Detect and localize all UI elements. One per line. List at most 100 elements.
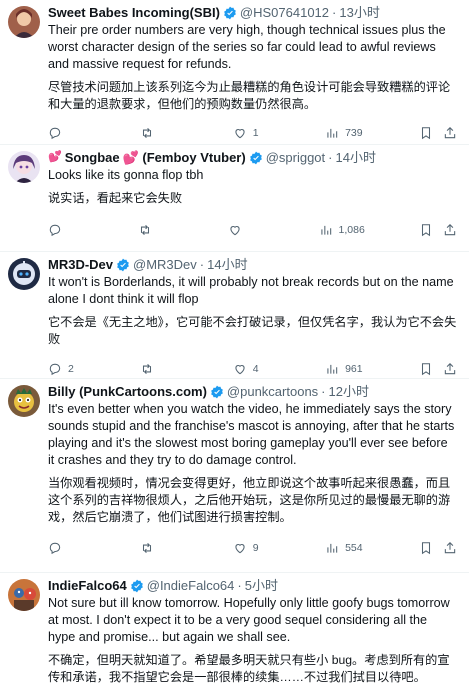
view-count: 739: [345, 127, 363, 139]
tweet[interactable]: Sweet Babes Incoming(SBI) @HS07641012 · …: [0, 0, 469, 145]
bookmark-icon[interactable]: [419, 223, 433, 237]
handle[interactable]: @MR3Dev: [133, 256, 197, 273]
action-bar: 9 554: [48, 540, 457, 556]
views-button[interactable]: 1,086: [319, 223, 365, 237]
action-bar: 1 739: [48, 125, 457, 141]
retweet-button[interactable]: [140, 362, 176, 376]
separator-dot: ·: [321, 384, 326, 399]
secondary-actions: [419, 223, 457, 237]
tweet-header: Sweet Babes Incoming(SBI) @HS07641012 · …: [48, 4, 457, 21]
tweet-text: Not sure but ill know tomorrow. Hopefull…: [48, 596, 450, 644]
handle[interactable]: @spriggot: [266, 149, 325, 166]
timestamp[interactable]: 5小时: [245, 577, 278, 594]
tweet[interactable]: MR3D-Dev @MR3Dev · 14小时 It won't is Bord…: [0, 252, 469, 379]
action-bar: 1,086: [48, 222, 457, 238]
like-button[interactable]: 9: [233, 541, 269, 555]
separator-dot: ·: [237, 578, 242, 593]
separator-dot: ·: [332, 5, 337, 20]
reply-icon: [49, 542, 61, 555]
share-icon[interactable]: [443, 223, 457, 237]
reply-icon: [49, 127, 61, 140]
tweet-text: Their pre order numbers are very high, t…: [48, 23, 446, 71]
display-name-suffix[interactable]: 💕 (Femboy Vtuber): [123, 149, 246, 166]
timestamp[interactable]: 13小时: [339, 4, 379, 21]
retweet-icon: [143, 363, 152, 375]
tweet-translation: 说实话，看起来它会失败: [48, 191, 183, 205]
display-name[interactable]: MR3D-Dev: [48, 256, 113, 273]
tweet-translation: 不确定，但明天就知道了。希望最多明天就只有些小 bug。考虑到所有的宣传和承诺，…: [48, 653, 450, 684]
timestamp[interactable]: 14小时: [336, 149, 376, 166]
like-count: 9: [252, 542, 259, 554]
views-icon: [327, 364, 338, 374]
heart-icon: [230, 226, 240, 236]
retweet-button[interactable]: [138, 223, 174, 237]
view-count: 961: [345, 363, 363, 375]
bookmark-icon[interactable]: [419, 126, 433, 140]
secondary-actions: [419, 362, 457, 376]
retweet-icon: [143, 542, 152, 554]
retweet-button[interactable]: [140, 126, 176, 140]
tweet-header: Billy (PunkCartoons.com) @punkcartoons ·…: [48, 383, 457, 400]
tweet-header: IndieFalco64 @IndieFalco64 · 5小时: [48, 577, 457, 594]
tweet-text: It's even better when you watch the vide…: [48, 402, 455, 467]
avatar[interactable]: [8, 385, 40, 417]
reply-icon: [49, 224, 61, 237]
name-prefix-emoji: 💕: [48, 151, 62, 163]
views-button[interactable]: 554: [325, 541, 363, 555]
verified-badge-icon: [130, 579, 143, 592]
display-name[interactable]: Sweet Babes Incoming(SBI): [48, 4, 220, 21]
views-button[interactable]: 739: [325, 126, 363, 140]
tweet[interactable]: 💕 Songbae 💕 (Femboy Vtuber) @spriggot · …: [0, 145, 469, 252]
heart-icon: [235, 129, 245, 139]
secondary-actions: [419, 126, 457, 140]
tweet-header: 💕 Songbae 💕 (Femboy Vtuber) @spriggot · …: [48, 149, 457, 166]
handle[interactable]: @IndieFalco64: [147, 577, 235, 594]
reply-button[interactable]: [48, 541, 84, 555]
tweet[interactable]: Billy (PunkCartoons.com) @punkcartoons ·…: [0, 379, 469, 573]
view-count: 1,086: [338, 224, 365, 236]
share-icon[interactable]: [443, 541, 457, 555]
avatar[interactable]: [8, 151, 40, 183]
handle[interactable]: @punkcartoons: [227, 383, 318, 400]
reply-button[interactable]: [48, 223, 84, 237]
heart-icon: [235, 544, 245, 554]
bookmark-icon[interactable]: [419, 362, 433, 376]
like-button[interactable]: [228, 223, 264, 237]
reply-feed: Sweet Babes Incoming(SBI) @HS07641012 · …: [0, 0, 469, 694]
reply-icon: [49, 363, 61, 376]
verified-badge-icon: [117, 258, 129, 271]
like-button[interactable]: 4: [233, 362, 269, 376]
retweet-button[interactable]: [140, 541, 176, 555]
reply-button[interactable]: 2: [48, 362, 84, 376]
retweet-icon: [143, 127, 152, 139]
separator-dot: ·: [328, 150, 333, 165]
views-button[interactable]: 961: [325, 362, 363, 376]
avatar[interactable]: [8, 579, 40, 611]
share-icon[interactable]: [443, 362, 457, 376]
handle[interactable]: @HS07641012: [240, 4, 329, 21]
display-name[interactable]: IndieFalco64: [48, 577, 127, 594]
views-icon: [320, 225, 331, 235]
action-bar: 2 4 961: [48, 361, 457, 377]
views-icon: [327, 128, 338, 138]
bookmark-icon[interactable]: [419, 541, 433, 555]
display-name[interactable]: Billy (PunkCartoons.com): [48, 383, 207, 400]
tweet-translation: 尽管技术问题加上该系列迄今为止最糟糕的角色设计可能会导致糟糕的评论和大量的退款要…: [48, 80, 451, 111]
tweet[interactable]: IndieFalco64 @IndieFalco64 · 5小时 Not sur…: [0, 573, 469, 694]
timestamp[interactable]: 12小时: [329, 383, 369, 400]
timestamp[interactable]: 14小时: [207, 256, 247, 273]
tweet-text: Looks like its gonna flop tbh: [48, 168, 204, 182]
reply-button[interactable]: [48, 126, 84, 140]
verified-badge-icon: [224, 6, 236, 19]
share-icon[interactable]: [443, 126, 457, 140]
secondary-actions: [419, 541, 457, 555]
like-count: 1: [252, 127, 259, 139]
separator-dot: ·: [199, 257, 205, 272]
views-icon: [327, 543, 338, 553]
like-button[interactable]: 1: [233, 126, 269, 140]
display-name[interactable]: Songbae: [65, 149, 120, 166]
avatar[interactable]: [8, 6, 40, 38]
verified-badge-icon: [249, 151, 262, 164]
avatar[interactable]: [8, 258, 40, 290]
like-count: 4: [252, 363, 259, 375]
